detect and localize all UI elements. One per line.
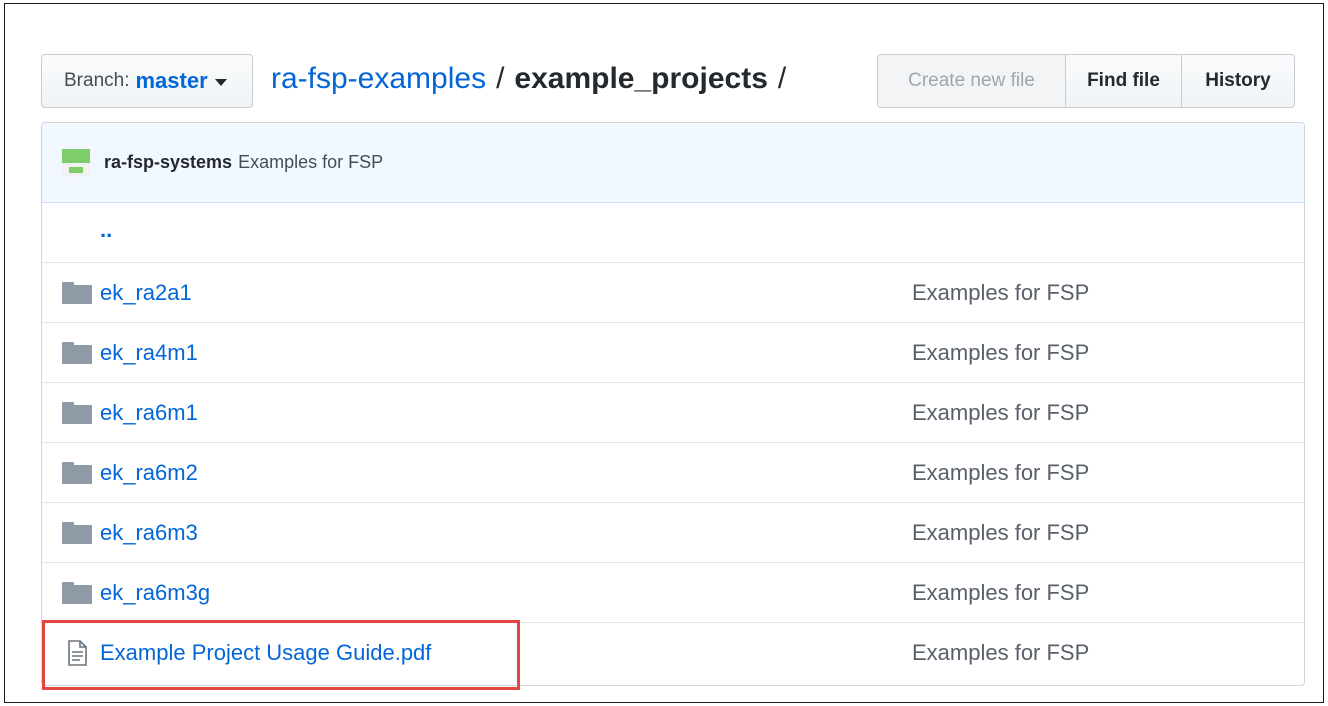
commit-message[interactable]: Examples for FSP [238,152,383,173]
folder-link-ek-ra6m3g[interactable]: ek_ra6m3g [100,580,210,606]
folder-icon [62,281,92,304]
file-actions-group: Create new file Find file History [877,54,1295,108]
file-table: ra-fsp-systems Examples for FSP .. ek_ra… [41,122,1305,686]
file-text-icon [68,640,87,666]
folder-icon [62,461,92,484]
commit-message-cell[interactable]: Examples for FSP [912,400,1089,426]
folder-icon [62,521,92,544]
table-row: ek_ra6m2 Examples for FSP [42,443,1304,503]
folder-link-ek-ra6m2[interactable]: ek_ra6m2 [100,460,198,486]
breadcrumb-repo-link[interactable]: ra-fsp-examples [271,62,486,95]
branch-name: master [135,68,208,93]
breadcrumb-current-dir: example_projects [514,62,768,95]
folder-link-ek-ra6m3[interactable]: ek_ra6m3 [100,520,198,546]
history-button[interactable]: History [1182,55,1294,107]
folder-link-ek-ra6m1[interactable]: ek_ra6m1 [100,400,198,426]
commit-message-cell[interactable]: Examples for FSP [912,520,1089,546]
breadcrumb-separator: / [777,62,787,95]
folder-icon [62,581,92,604]
folder-link-ek-ra4m1[interactable]: ek_ra4m1 [100,340,198,366]
breadcrumb: ra-fsp-examples / example_projects / [271,59,796,99]
commit-message-cell[interactable]: Examples for FSP [912,340,1089,366]
file-link-example-project-usage-guide[interactable]: Example Project Usage Guide.pdf [100,640,431,666]
table-row: ek_ra6m1 Examples for FSP [42,383,1304,443]
commit-message-cell[interactable]: Examples for FSP [912,460,1089,486]
commit-message-cell[interactable]: Examples for FSP [912,640,1089,666]
create-new-file-button[interactable]: Create new file [878,55,1066,107]
table-row: Example Project Usage Guide.pdf Examples… [42,623,1304,683]
commit-message-cell[interactable]: Examples for FSP [912,580,1089,606]
folder-link-ek-ra2a1[interactable]: ek_ra2a1 [100,280,192,306]
commit-author-link[interactable]: ra-fsp-systems [104,152,232,173]
table-row: ek_ra6m3g Examples for FSP [42,563,1304,623]
table-row: ek_ra6m3 Examples for FSP [42,503,1304,563]
screenshot-frame: Branch: master ra-fsp-examples / example_p… [4,3,1324,703]
branch-selector-button[interactable]: Branch: master [41,54,253,108]
caret-down-icon [214,79,227,86]
parent-directory-row: .. [42,203,1304,263]
commit-message-cell[interactable]: Examples for FSP [912,280,1089,306]
branch-label: Branch: [64,70,130,91]
folder-icon [62,401,92,424]
parent-directory-link[interactable]: .. [100,217,112,243]
latest-commit-bar: ra-fsp-systems Examples for FSP [42,123,1304,203]
avatar[interactable] [62,148,90,177]
table-row: ek_ra2a1 Examples for FSP [42,263,1304,323]
find-file-button[interactable]: Find file [1066,55,1182,107]
table-row: ek_ra4m1 Examples for FSP [42,323,1304,383]
breadcrumb-separator: / [496,62,505,95]
folder-icon [62,341,92,364]
